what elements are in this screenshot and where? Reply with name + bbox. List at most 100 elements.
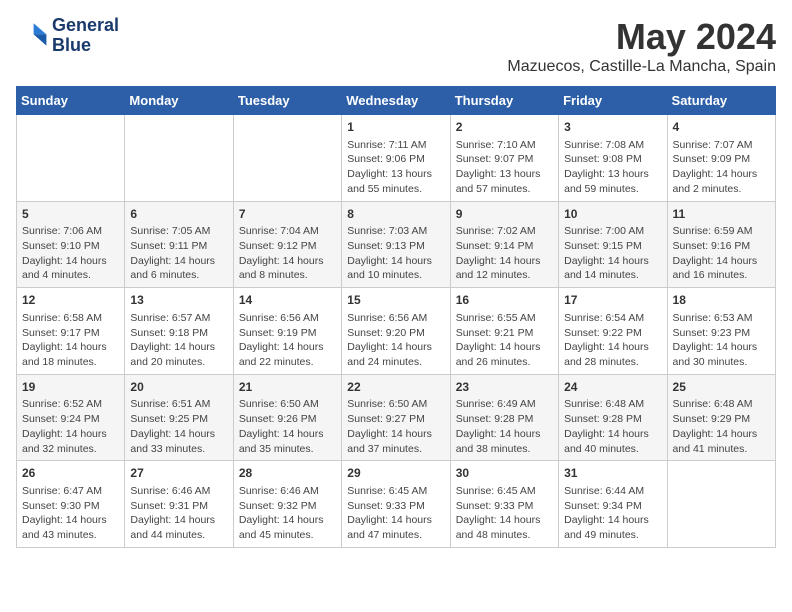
calendar-cell: 22Sunrise: 6:50 AM Sunset: 9:27 PM Dayli… [342, 374, 450, 461]
calendar-cell: 9Sunrise: 7:02 AM Sunset: 9:14 PM Daylig… [450, 201, 558, 288]
day-content: Sunrise: 6:58 AM Sunset: 9:17 PM Dayligh… [22, 311, 119, 370]
calendar-cell: 23Sunrise: 6:49 AM Sunset: 9:28 PM Dayli… [450, 374, 558, 461]
day-number: 11 [673, 206, 770, 223]
day-number: 26 [22, 465, 119, 482]
day-number: 8 [347, 206, 444, 223]
day-content: Sunrise: 6:49 AM Sunset: 9:28 PM Dayligh… [456, 397, 553, 456]
day-number: 23 [456, 379, 553, 396]
day-number: 16 [456, 292, 553, 309]
location-title: Mazuecos, Castille-La Mancha, Spain [507, 58, 776, 76]
calendar-cell: 11Sunrise: 6:59 AM Sunset: 9:16 PM Dayli… [667, 201, 775, 288]
calendar-cell: 19Sunrise: 6:52 AM Sunset: 9:24 PM Dayli… [17, 374, 125, 461]
calendar-cell: 17 Sunrise: 6:54 AM Sunset: 9:22 PM Dayli… [559, 288, 667, 375]
day-number: 6 [130, 206, 227, 223]
day-content: Sunrise: 7:03 AM Sunset: 9:13 PM Dayligh… [347, 224, 444, 283]
calendar-cell: 27 Sunrise: 6:46 AM Sunset: 9:31 PM Dayli… [125, 461, 233, 548]
day-number: 21 [239, 379, 336, 396]
calendar-week-row: 26Sunrise: 6:47 AM Sunset: 9:30 PM Dayli… [17, 461, 776, 548]
logo-text: General Blue [52, 16, 119, 56]
day-number: 17 [564, 292, 661, 309]
calendar-cell [667, 461, 775, 548]
calendar-cell: 1Sunrise: 7:11 AM Sunset: 9:06 PM Daylig… [342, 115, 450, 202]
calendar-cell: 3Sunrise: 7:08 AM Sunset: 9:08 PM Daylig… [559, 115, 667, 202]
calendar-cell: 30 Sunrise: 6:45 AM Sunset: 9:33 PM Dayli… [450, 461, 558, 548]
day-content: Sunrise: 7:06 AM Sunset: 9:10 PM Dayligh… [22, 224, 119, 283]
day-content: Sunrise: 7:07 AM Sunset: 9:09 PM Dayligh… [673, 138, 770, 197]
day-number: 30 [456, 465, 553, 482]
calendar-cell [17, 115, 125, 202]
day-content: Sunrise: 6:45 AM Sunset: 9:33 PM Dayligh… [456, 484, 553, 543]
day-content: Sunrise: 6:56 AM Sunset: 9:19 PM Dayligh… [239, 311, 336, 370]
calendar-cell: 6Sunrise: 7:05 AM Sunset: 9:11 PM Daylig… [125, 201, 233, 288]
day-number: 22 [347, 379, 444, 396]
calendar-cell: 18 Sunrise: 6:53 AM Sunset: 9:23 PM Dayli… [667, 288, 775, 375]
day-content: Sunrise: 6:48 AM Sunset: 9:29 PM Dayligh… [673, 397, 770, 456]
calendar-day-header: Wednesday [342, 87, 450, 115]
calendar-cell: 24Sunrise: 6:48 AM Sunset: 9:28 PM Dayli… [559, 374, 667, 461]
day-content: Sunrise: 7:11 AM Sunset: 9:06 PM Dayligh… [347, 138, 444, 197]
day-number: 10 [564, 206, 661, 223]
calendar-day-header: Thursday [450, 87, 558, 115]
calendar-cell: 2Sunrise: 7:10 AM Sunset: 9:07 PM Daylig… [450, 115, 558, 202]
day-number: 15 [347, 292, 444, 309]
day-content: Sunrise: 6:48 AM Sunset: 9:28 PM Dayligh… [564, 397, 661, 456]
calendar-cell [233, 115, 341, 202]
day-content: Sunrise: 6:46 AM Sunset: 9:31 PM Dayligh… [130, 484, 227, 543]
day-number: 9 [456, 206, 553, 223]
day-number: 12 [22, 292, 119, 309]
day-number: 20 [130, 379, 227, 396]
day-content: Sunrise: 7:05 AM Sunset: 9:11 PM Dayligh… [130, 224, 227, 283]
calendar-cell: 26Sunrise: 6:47 AM Sunset: 9:30 PM Dayli… [17, 461, 125, 548]
day-number: 31 [564, 465, 661, 482]
day-content: Sunrise: 6:44 AM Sunset: 9:34 PM Dayligh… [564, 484, 661, 543]
calendar-week-row: 12 Sunrise: 6:58 AM Sunset: 9:17 PM Dayli… [17, 288, 776, 375]
day-number: 28 [239, 465, 336, 482]
calendar-cell: 14Sunrise: 6:56 AM Sunset: 9:19 PM Dayli… [233, 288, 341, 375]
day-number: 25 [673, 379, 770, 396]
calendar-cell: 12 Sunrise: 6:58 AM Sunset: 9:17 PM Dayli… [17, 288, 125, 375]
calendar-day-header: Saturday [667, 87, 775, 115]
calendar-cell: 15Sunrise: 6:56 AM Sunset: 9:20 PM Dayli… [342, 288, 450, 375]
day-number: 18 [673, 292, 770, 309]
day-content: Sunrise: 7:00 AM Sunset: 9:15 PM Dayligh… [564, 224, 661, 283]
calendar-week-row: 1Sunrise: 7:11 AM Sunset: 9:06 PM Daylig… [17, 115, 776, 202]
day-number: 7 [239, 206, 336, 223]
calendar-week-row: 19Sunrise: 6:52 AM Sunset: 9:24 PM Dayli… [17, 374, 776, 461]
calendar-cell: 20Sunrise: 6:51 AM Sunset: 9:25 PM Dayli… [125, 374, 233, 461]
day-content: Sunrise: 6:52 AM Sunset: 9:24 PM Dayligh… [22, 397, 119, 456]
calendar-cell: 4 Sunrise: 7:07 AM Sunset: 9:09 PM Daylig… [667, 115, 775, 202]
day-content: Sunrise: 7:04 AM Sunset: 9:12 PM Dayligh… [239, 224, 336, 283]
calendar-cell: 31 Sunrise: 6:44 AM Sunset: 9:34 PM Dayli… [559, 461, 667, 548]
calendar-table: SundayMondayTuesdayWednesdayThursdayFrid… [16, 86, 776, 548]
calendar-cell: 8Sunrise: 7:03 AM Sunset: 9:13 PM Daylig… [342, 201, 450, 288]
calendar-cell: 5Sunrise: 7:06 AM Sunset: 9:10 PM Daylig… [17, 201, 125, 288]
day-number: 27 [130, 465, 227, 482]
day-number: 4 [673, 119, 770, 136]
day-content: Sunrise: 7:10 AM Sunset: 9:07 PM Dayligh… [456, 138, 553, 197]
calendar-header-row: SundayMondayTuesdayWednesdayThursdayFrid… [17, 87, 776, 115]
day-number: 19 [22, 379, 119, 396]
calendar-cell: 16 Sunrise: 6:55 AM Sunset: 9:21 PM Dayli… [450, 288, 558, 375]
day-content: Sunrise: 6:46 AM Sunset: 9:32 PM Dayligh… [239, 484, 336, 543]
calendar-cell: 13Sunrise: 6:57 AM Sunset: 9:18 PM Dayli… [125, 288, 233, 375]
day-content: Sunrise: 6:45 AM Sunset: 9:33 PM Dayligh… [347, 484, 444, 543]
day-content: Sunrise: 6:54 AM Sunset: 9:22 PM Dayligh… [564, 311, 661, 370]
calendar-cell: 25Sunrise: 6:48 AM Sunset: 9:29 PM Dayli… [667, 374, 775, 461]
calendar-cell: 21Sunrise: 6:50 AM Sunset: 9:26 PM Dayli… [233, 374, 341, 461]
day-content: Sunrise: 6:59 AM Sunset: 9:16 PM Dayligh… [673, 224, 770, 283]
calendar-day-header: Friday [559, 87, 667, 115]
day-content: Sunrise: 6:55 AM Sunset: 9:21 PM Dayligh… [456, 311, 553, 370]
day-content: Sunrise: 6:53 AM Sunset: 9:23 PM Dayligh… [673, 311, 770, 370]
page-header: General Blue May 2024 Mazuecos, Castille… [16, 16, 776, 76]
day-number: 5 [22, 206, 119, 223]
day-number: 29 [347, 465, 444, 482]
logo: General Blue [16, 16, 119, 56]
calendar-day-header: Sunday [17, 87, 125, 115]
calendar-cell [125, 115, 233, 202]
day-number: 24 [564, 379, 661, 396]
calendar-cell: 10Sunrise: 7:00 AM Sunset: 9:15 PM Dayli… [559, 201, 667, 288]
logo-icon [16, 20, 48, 52]
day-number: 3 [564, 119, 661, 136]
calendar-cell: 28 Sunrise: 6:46 AM Sunset: 9:32 PM Dayli… [233, 461, 341, 548]
day-number: 13 [130, 292, 227, 309]
